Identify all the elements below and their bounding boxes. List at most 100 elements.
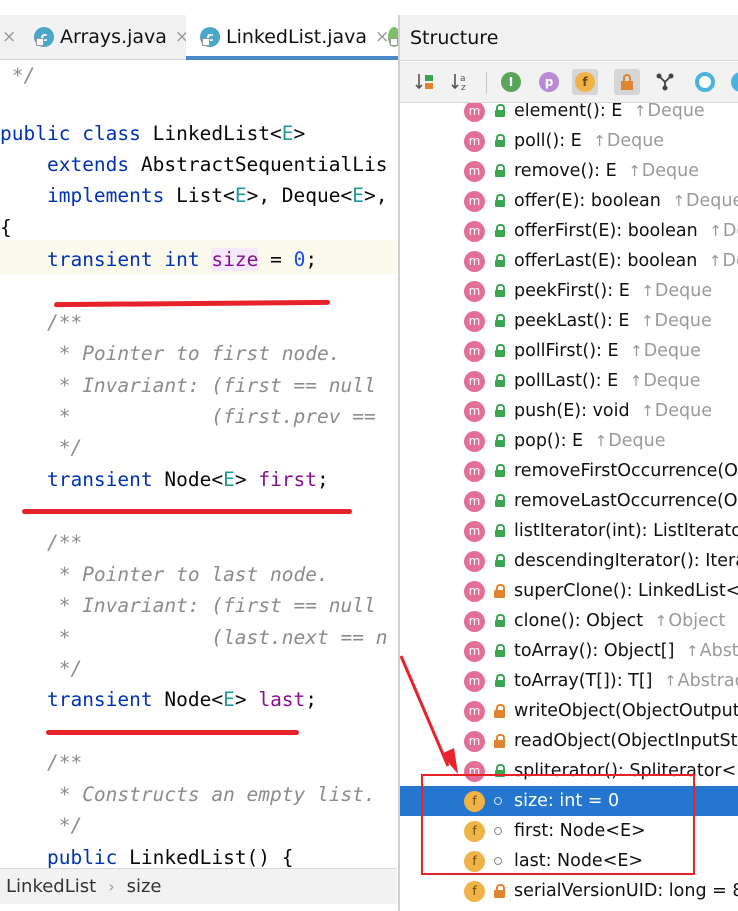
- code-text: ;: [305, 688, 318, 711]
- code-line: extends AbstractSequentialLis: [0, 149, 387, 180]
- method-icon: m: [464, 160, 485, 182]
- method-icon: m: [464, 310, 485, 332]
- field-name[interactable]: last: [258, 688, 305, 711]
- public-lock-open-icon: [492, 644, 506, 658]
- show-non-public-icon[interactable]: [614, 69, 640, 95]
- code-line-first: transient Node<E> first;: [0, 464, 329, 495]
- member-signature-text: descendingIterator(): Itera: [514, 551, 738, 571]
- member-signature: pop(): E ↑Deque: [514, 431, 665, 451]
- tab-linkedlist-java[interactable]: c LinkedList.java ×: [186, 15, 404, 60]
- close-icon[interactable]: ×: [2, 27, 16, 47]
- inherited-arrow-icon: ↑: [593, 132, 606, 150]
- structure-method-item[interactable]: m poll(): E ↑Deque: [400, 126, 738, 156]
- tab-scroll-left[interactable]: ×: [0, 15, 16, 59]
- code-line: * Invariant: (first == null: [0, 590, 376, 621]
- structure-method-item[interactable]: m peekFirst(): E ↑Deque: [400, 276, 738, 306]
- public-lock-open-icon: [492, 614, 506, 628]
- method-icon: m: [464, 130, 485, 152]
- code-line: /**: [0, 747, 82, 778]
- structure-method-item[interactable]: m offer(E): boolean ↑Deque: [400, 186, 738, 216]
- code-text: ;: [305, 248, 318, 271]
- comment-text: */: [0, 64, 36, 87]
- code-text: ;: [317, 468, 329, 491]
- inherited-arrow-icon: ↑: [628, 162, 641, 180]
- show-fields-icon[interactable]: f: [572, 69, 598, 95]
- field-name[interactable]: size: [211, 248, 259, 271]
- member-signature: toArray(T[]): T[] ↑AbstractC: [514, 671, 738, 691]
- editor-tab-bar: × c Arrays.java × c LinkedList.java ×: [0, 15, 404, 60]
- public-lock-open-icon: [492, 224, 506, 238]
- type-param: E: [352, 184, 364, 207]
- inherited-from: ↑Deq: [703, 251, 738, 271]
- structure-method-item[interactable]: m removeFirstOccurrence(Ob: [400, 456, 738, 486]
- comment-text: * (last.next == n: [46, 626, 388, 649]
- structure-method-item[interactable]: m pollFirst(): E ↑Deque: [400, 336, 738, 366]
- structure-field-item[interactable]: f serialVersionUID: long = 87: [400, 876, 738, 906]
- code-text: >: [234, 688, 259, 711]
- structure-method-item[interactable]: m listIterator(int): ListIterator: [400, 516, 738, 546]
- member-signature-text: offerLast(E): boolean: [514, 251, 703, 271]
- method-icon: m: [464, 730, 485, 752]
- structure-method-item[interactable]: m offerLast(E): boolean ↑Deq: [400, 246, 738, 276]
- structure-method-item[interactable]: m pop(): E ↑Deque: [400, 426, 738, 456]
- private-lock-icon: [492, 884, 506, 898]
- keyword: class: [82, 122, 141, 145]
- code-editor[interactable]: */ public class LinkedList<E> extends Ab…: [0, 60, 397, 868]
- public-lock-open-icon: [492, 134, 506, 148]
- show-inherited-icon[interactable]: I: [498, 69, 524, 95]
- show-lambdas-icon[interactable]: [652, 69, 678, 95]
- inherited-from: ↑Deque: [589, 431, 666, 451]
- keyword: extends: [46, 153, 130, 176]
- tab-label: LinkedList.java: [226, 26, 368, 48]
- member-signature: element(): E ↑Deque: [514, 103, 705, 121]
- structure-method-item[interactable]: m pollLast(): E ↑Deque: [400, 366, 738, 396]
- comment-text: * Pointer to first node.: [46, 342, 341, 365]
- structure-method-item[interactable]: m remove(): E ↑Deque: [400, 156, 738, 186]
- structure-method-item[interactable]: m removeLastOccurrence(Ob: [400, 486, 738, 516]
- type-param: E: [223, 688, 235, 711]
- member-signature: poll(): E ↑Deque: [514, 131, 664, 151]
- sort-alphabetically-icon[interactable]: az: [448, 69, 474, 95]
- structure-method-item[interactable]: m push(E): void ↑Deque: [400, 396, 738, 426]
- sort-by-visibility-icon[interactable]: [412, 69, 438, 95]
- autoscroll-icon[interactable]: [692, 69, 718, 95]
- show-properties-icon[interactable]: p: [536, 69, 562, 95]
- structure-method-item[interactable]: m offerFirst(E): boolean ↑Deq: [400, 216, 738, 246]
- inherited-from: ↑Deque: [628, 103, 705, 121]
- inherited-type: Abstra: [699, 641, 738, 661]
- structure-toolbar: az I p f: [400, 62, 738, 103]
- code-line: */: [0, 60, 36, 91]
- private-lock-icon: [492, 584, 506, 598]
- field-name[interactable]: first: [258, 468, 317, 491]
- method-icon: m: [464, 370, 485, 392]
- inherited-from: ↑Deque: [635, 281, 712, 301]
- structure-method-item[interactable]: m superClone(): LinkedList<E: [400, 576, 738, 606]
- structure-method-item[interactable]: m descendingIterator(): Itera: [400, 546, 738, 576]
- member-signature: toArray(): Object[] ↑Abstra: [514, 641, 738, 661]
- code-line: implements List<E>, Deque<E>,: [0, 180, 388, 211]
- member-signature: clone(): Object ↑Object: [514, 611, 725, 631]
- java-class-icon: c: [200, 27, 220, 47]
- red-arrow-annotation: [399, 655, 458, 774]
- code-text: List<: [164, 184, 235, 207]
- code-line: {: [0, 212, 12, 243]
- keyword: public: [46, 846, 118, 868]
- member-signature: serialVersionUID: long = 87: [514, 881, 738, 901]
- member-signature: listIterator(int): ListIterator: [514, 521, 738, 541]
- structure-method-item[interactable]: m element(): E ↑Deque: [400, 103, 738, 126]
- code-text: >, Deque<: [246, 184, 353, 207]
- inherited-from: ↑Object: [649, 611, 726, 631]
- member-signature-text: superClone(): LinkedList<E: [514, 581, 738, 601]
- breadcrumb-item-field[interactable]: size: [127, 876, 162, 897]
- structure-method-item[interactable]: m clone(): Object ↑Object: [400, 606, 738, 636]
- tab-arrays-java[interactable]: c Arrays.java ×: [34, 15, 189, 59]
- type-param: E: [281, 122, 294, 145]
- inherited-type: Deque: [654, 401, 712, 421]
- member-signature-text: remove(): E: [514, 161, 623, 181]
- code-text: =: [258, 248, 294, 271]
- structure-method-item[interactable]: m peekLast(): E ↑Deque: [400, 306, 738, 336]
- navigate-icon[interactable]: [728, 69, 738, 95]
- breadcrumb-item-class[interactable]: LinkedList: [6, 876, 96, 897]
- public-lock-open-icon: [492, 464, 506, 478]
- inherited-type: Deque: [641, 161, 699, 181]
